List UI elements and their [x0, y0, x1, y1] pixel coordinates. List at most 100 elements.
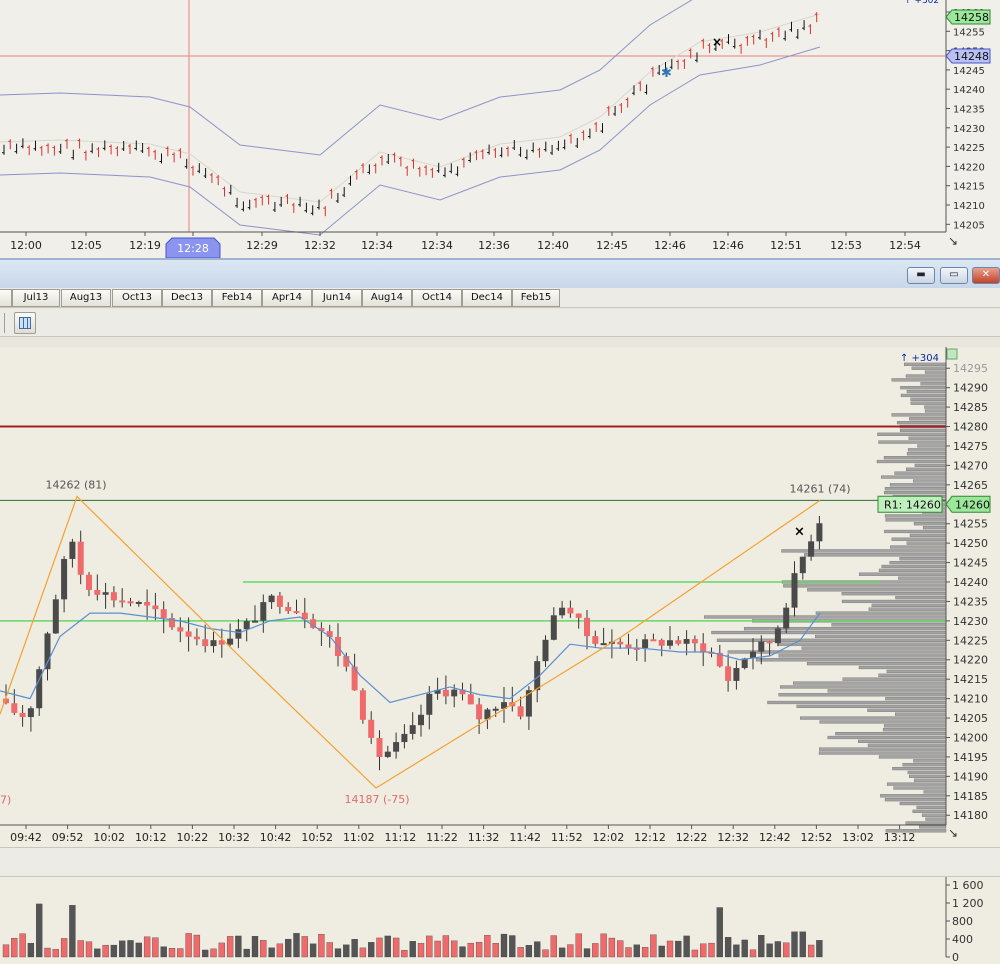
tab-oct13[interactable]: Oct13 — [112, 289, 162, 307]
volume-profile-bar — [891, 378, 947, 382]
volume-profile-bar — [899, 801, 947, 806]
candle-body — [359, 690, 366, 720]
mini-chart-panel[interactable]: ×✱14260142551425014245142401423514230142… — [0, 0, 1000, 258]
volume-profile-bar — [858, 665, 947, 670]
tab-jul13[interactable]: Jul13 — [12, 289, 60, 307]
main-x-tick-label: 11:42 — [509, 831, 541, 844]
close-button[interactable]: ✕ — [972, 267, 1000, 284]
candle-body — [202, 639, 209, 647]
mini-chart[interactable]: ×✱14260142551425014245142401423514230142… — [0, 0, 1000, 258]
volume-profile-bar — [842, 677, 947, 681]
volume-profile-bar — [893, 786, 947, 790]
main-y-tick-label: 14205 — [953, 712, 988, 725]
volume-profile-bar — [912, 809, 947, 813]
volume-profile-bar — [716, 638, 947, 642]
mini-x-tick-label: 12:40 — [537, 239, 569, 252]
mini-x-tick-label: 12:34 — [421, 239, 453, 252]
tab-feb15[interactable]: Feb15 — [512, 289, 560, 307]
tab-dec14[interactable]: Dec14 — [462, 289, 512, 307]
candle-body — [799, 556, 806, 574]
volume-bar — [11, 937, 18, 958]
candle-body — [575, 613, 582, 618]
r1-tag-label: R1: 14260 — [884, 498, 941, 511]
main-delta-label: ↑ +304 — [900, 353, 939, 364]
main-x-tick-label: 10:42 — [260, 831, 292, 844]
tab-feb14[interactable]: Feb14 — [212, 289, 262, 307]
volume-profile-bar — [857, 739, 947, 743]
volume-profile-bar — [902, 763, 947, 767]
candle-body — [227, 638, 234, 645]
volume-panel[interactable]: 1 600 1 200 800 400 0 — [0, 877, 1000, 964]
volume-profile-bar — [924, 405, 947, 409]
main-chart-panel[interactable]: 14262 (81) 14187 (-75) 14261 (74) 7) × R1: 14… — [0, 347, 1000, 847]
volume-profile-bar — [909, 533, 947, 537]
tab-aug13[interactable]: Aug13 — [61, 289, 111, 307]
volume-bar — [135, 942, 142, 958]
candle-body — [658, 639, 665, 646]
volume-bar — [301, 936, 308, 958]
grid-view-button[interactable] — [14, 312, 36, 334]
volume-bar — [749, 949, 757, 958]
mini-y-tick-label: 14255 — [953, 27, 985, 38]
volume-bar — [218, 942, 225, 958]
volume-bar — [567, 944, 574, 958]
volume-bar — [700, 943, 707, 958]
main-x-tick-label: 10:12 — [135, 831, 167, 844]
volume-bar — [27, 942, 35, 958]
chart-toolbar — [0, 309, 1000, 337]
volume-bar — [359, 947, 367, 958]
volume-bar — [509, 935, 516, 958]
swing-high-left-label: 14262 (81) — [45, 478, 106, 491]
volume-bar — [641, 947, 649, 958]
volume-profile-bar — [906, 452, 947, 456]
volume-bar — [617, 940, 624, 958]
volume-profile-bar — [878, 673, 947, 677]
main-x-tick-label: 11:32 — [468, 831, 500, 844]
volume-bar — [409, 941, 416, 958]
volume-bar — [119, 940, 126, 958]
volume-profile-bar — [755, 658, 947, 662]
volume-bar — [550, 935, 557, 958]
tab-apr14[interactable]: Apr14 — [262, 289, 312, 307]
main-y-tick-label: 14290 — [953, 382, 988, 395]
tab-dec13[interactable]: Dec13 — [162, 289, 212, 307]
volume-profile-bar — [913, 522, 947, 526]
volume-profile-bar — [743, 627, 947, 631]
tab-hidden-left[interactable] — [0, 289, 12, 307]
tab-jun14[interactable]: Jun14 — [312, 289, 362, 307]
volume-bar — [592, 943, 599, 958]
tab-aug14[interactable]: Aug14 — [362, 289, 412, 307]
volume-chart[interactable]: 1 600 1 200 800 400 0 — [0, 877, 1000, 964]
mini-y-tick-label: 14205 — [953, 220, 985, 231]
volume-bar — [368, 942, 375, 958]
volume-profile-bar — [827, 735, 947, 740]
volume-bar — [52, 949, 59, 958]
volume-profile-bar — [910, 397, 947, 401]
mini-y-tick-label: 14245 — [953, 66, 985, 77]
volume-bar — [558, 947, 566, 958]
candle-body — [550, 615, 557, 640]
volume-bar — [500, 933, 508, 958]
tab-oct14[interactable]: Oct14 — [412, 289, 462, 307]
main-y-tick-label: 14220 — [953, 654, 988, 667]
mini-y-tick-label: 14235 — [953, 105, 985, 116]
main-x-tick-label: 11:22 — [426, 831, 458, 844]
volume-profile-bar — [914, 463, 947, 467]
volume-profile-bar — [894, 712, 947, 716]
volume-bar — [210, 948, 217, 958]
window-titlebar[interactable]: ▬ ▭ ✕ — [0, 258, 1000, 288]
volume-profile-bar — [882, 728, 947, 732]
volume-profile-bar — [884, 491, 947, 495]
candle-body — [152, 605, 159, 610]
volume-profile-bar — [871, 603, 947, 607]
volume-profile-bar — [894, 471, 947, 475]
volume-bar — [467, 942, 474, 958]
maximize-button[interactable]: ▭ — [940, 267, 968, 284]
candle-body — [592, 636, 599, 644]
volume-profile-bar — [807, 588, 947, 592]
minimize-button[interactable]: ▬ — [907, 267, 935, 284]
candle-body — [376, 737, 383, 757]
volume-bar — [293, 933, 300, 958]
main-chart[interactable]: 14262 (81) 14187 (-75) 14261 (74) 7) × R1: 14… — [0, 347, 1000, 847]
candle-body — [61, 558, 68, 600]
